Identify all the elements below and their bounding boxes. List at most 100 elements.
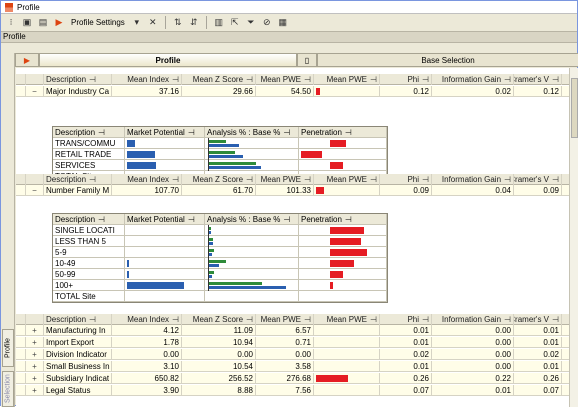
pin-icon[interactable]: ⊣ xyxy=(246,315,253,324)
table-row[interactable]: + Subsidiary Indicat 650.82 256.52 276.68 0.2… xyxy=(16,372,569,384)
detail-row[interactable]: 50-99 xyxy=(53,269,387,280)
pin-icon[interactable]: ⊣ xyxy=(89,175,96,184)
column-header-mean-pwe-bar[interactable]: Mean PWE ⊣ xyxy=(314,73,380,85)
column-header-mean-pwe[interactable]: Mean PWE ⊣ xyxy=(256,173,314,185)
pin-icon[interactable]: ⊣ xyxy=(188,128,195,137)
pin-icon[interactable]: ⊣ xyxy=(304,75,311,84)
column-header-description[interactable]: Description ⊣ xyxy=(44,73,112,85)
table-row[interactable]: − Major Industry Ca 37.16 29.66 54.50 0.12 0.0… xyxy=(16,85,569,97)
column-header-mean-z[interactable]: Mean Z Score ⊣ xyxy=(182,313,256,325)
profile-settings-button[interactable]: Profile Settings xyxy=(69,18,127,27)
detail-row[interactable]: 100+ xyxy=(53,280,387,291)
column-header-description[interactable]: Description ⊣ xyxy=(44,173,112,185)
pin-icon[interactable]: ⊣ xyxy=(552,75,559,84)
close-icon[interactable]: ✕ xyxy=(147,17,159,29)
detail-row[interactable]: SERVICES xyxy=(53,160,387,171)
pin-icon[interactable]: ⊣ xyxy=(370,315,377,324)
tab-profile[interactable]: Profile xyxy=(39,53,297,67)
expand-icon[interactable]: + xyxy=(26,372,44,384)
detail-column-header-description[interactable]: Description ⊣ xyxy=(53,214,125,225)
scroll-thumb[interactable] xyxy=(571,78,578,138)
pin-icon[interactable]: ⊣ xyxy=(283,215,290,224)
chevron-down-icon[interactable]: ▾ xyxy=(131,17,143,29)
expand-icon[interactable]: + xyxy=(26,360,44,372)
detail-row[interactable]: RETAIL TRADE xyxy=(53,149,387,160)
export-icon[interactable]: ⇱ xyxy=(229,17,241,29)
column-header-mean-index[interactable]: Mean Index ⊣ xyxy=(112,313,182,325)
detail-column-header-penetration[interactable]: Penetration ⊣ xyxy=(299,214,387,225)
column-header-mean-pwe-bar[interactable]: Mean PWE ⊣ xyxy=(314,313,380,325)
column-header-phi[interactable]: Phi ⊣ xyxy=(380,73,432,85)
detail-row[interactable]: TRANS/COMMU xyxy=(53,138,387,149)
pin-icon[interactable]: ⊣ xyxy=(422,175,429,184)
columns-icon[interactable]: ▥ xyxy=(213,17,225,29)
pin-icon[interactable]: ⊣ xyxy=(246,75,253,84)
table-row[interactable]: + Small Business In 3.10 10.54 3.58 0.01 0.00 0… xyxy=(16,360,569,372)
detail-column-header-description[interactable]: Description ⊣ xyxy=(53,127,125,138)
pin-icon[interactable]: ⊣ xyxy=(304,315,311,324)
tab-base-selection[interactable]: Base Selection xyxy=(317,53,578,67)
side-tab-profile[interactable]: Profile xyxy=(2,329,14,367)
pin-icon[interactable]: ⊣ xyxy=(345,128,352,137)
pin-icon[interactable]: ⊣ xyxy=(188,215,195,224)
pin-icon[interactable]: ⊣ xyxy=(172,75,179,84)
pin-icon[interactable]: ⊣ xyxy=(422,75,429,84)
column-header-cramers[interactable]: Cramer's V ⊣ xyxy=(514,313,562,325)
pin-icon[interactable]: ⊣ xyxy=(304,175,311,184)
detail-column-header-analysis[interactable]: Analysis % : Base % ⊣ xyxy=(205,127,299,138)
pin-icon[interactable]: ⊣ xyxy=(89,315,96,324)
table-row[interactable]: + Manufacturing In 4.12 11.09 6.57 0.01 0.00 0.… xyxy=(16,324,569,336)
column-header-mean-pwe[interactable]: Mean PWE ⊣ xyxy=(256,73,314,85)
pin-icon[interactable]: ⊣ xyxy=(504,175,511,184)
pin-icon[interactable]: ⊣ xyxy=(246,175,253,184)
column-header-description[interactable]: Description ⊣ xyxy=(44,313,112,325)
column-header-cramers[interactable]: Cramer's V ⊣ xyxy=(514,173,562,185)
pin-icon[interactable]: ⊣ xyxy=(422,315,429,324)
detail-column-header-market-potential[interactable]: Market Potential ⊣ xyxy=(125,214,205,225)
pin-icon[interactable]: ⊣ xyxy=(98,128,105,137)
pin-icon[interactable]: ⊣ xyxy=(370,175,377,184)
flag-icon[interactable]: ▶ xyxy=(53,17,65,29)
detail-column-header-market-potential[interactable]: Market Potential ⊣ xyxy=(125,127,205,138)
pin-icon[interactable]: ⊣ xyxy=(98,215,105,224)
detail-row[interactable]: 5-9 xyxy=(53,247,387,258)
column-header-mean-z[interactable]: Mean Z Score ⊣ xyxy=(182,173,256,185)
column-header-phi[interactable]: Phi ⊣ xyxy=(380,313,432,325)
pin-icon[interactable]: ⊣ xyxy=(345,215,352,224)
column-header-mean-pwe-bar[interactable]: Mean PWE ⊣ xyxy=(314,173,380,185)
expand-icon[interactable]: + xyxy=(26,384,44,396)
table-row[interactable]: − Number Family M 107.70 61.70 101.33 0.09 0.0… xyxy=(16,184,569,196)
detail-row[interactable]: TOTAL Site xyxy=(53,291,387,302)
column-header-phi[interactable]: Phi ⊣ xyxy=(380,173,432,185)
pin-icon[interactable]: ⁝ xyxy=(5,17,17,29)
column-header-info-gain[interactable]: Information Gain ⊣ xyxy=(432,173,514,185)
pin-icon[interactable]: ⊣ xyxy=(504,315,511,324)
pin-icon[interactable]: ⊣ xyxy=(172,175,179,184)
filter-icon[interactable]: ⏷ xyxy=(245,17,257,29)
document-icon[interactable]: ▯ xyxy=(297,53,317,67)
detail-row[interactable]: 10-49 xyxy=(53,258,387,269)
pin-icon[interactable]: ⊣ xyxy=(172,315,179,324)
column-header-cramers[interactable]: Cramer's V ⊣ xyxy=(514,73,562,85)
side-tab-selection[interactable]: Selection xyxy=(2,371,14,407)
page-icon[interactable]: ▤ xyxy=(37,17,49,29)
column-header-mean-z[interactable]: Mean Z Score ⊣ xyxy=(182,73,256,85)
column-header-info-gain[interactable]: Information Gain ⊣ xyxy=(432,313,514,325)
expand-icon[interactable]: + xyxy=(26,348,44,360)
column-header-mean-index[interactable]: Mean Index ⊣ xyxy=(112,73,182,85)
table-row[interactable]: + Division Indicator 0.00 0.00 0.00 0.02 0.00 0… xyxy=(16,348,569,360)
pin-icon[interactable]: ⊣ xyxy=(552,175,559,184)
column-header-mean-pwe[interactable]: Mean PWE ⊣ xyxy=(256,313,314,325)
expand-icon[interactable]: − xyxy=(26,85,44,97)
sort-ascending-icon[interactable]: ⇅ xyxy=(172,17,184,29)
table-row[interactable]: + Legal Status 3.90 8.88 7.56 0.07 0.01 0.07 xyxy=(16,384,569,396)
detail-column-header-penetration[interactable]: Penetration ⊣ xyxy=(299,127,387,138)
pin-icon[interactable]: ⊣ xyxy=(89,75,96,84)
column-header-mean-index[interactable]: Mean Index ⊣ xyxy=(112,173,182,185)
grid-view-icon[interactable]: ▣ xyxy=(21,17,33,29)
chart-icon[interactable]: ▦ xyxy=(277,17,289,29)
pin-icon[interactable]: ⊣ xyxy=(370,75,377,84)
pin-icon[interactable]: ⊣ xyxy=(504,75,511,84)
expand-icon[interactable]: + xyxy=(26,324,44,336)
clear-filter-icon[interactable]: ⊘ xyxy=(261,17,273,29)
